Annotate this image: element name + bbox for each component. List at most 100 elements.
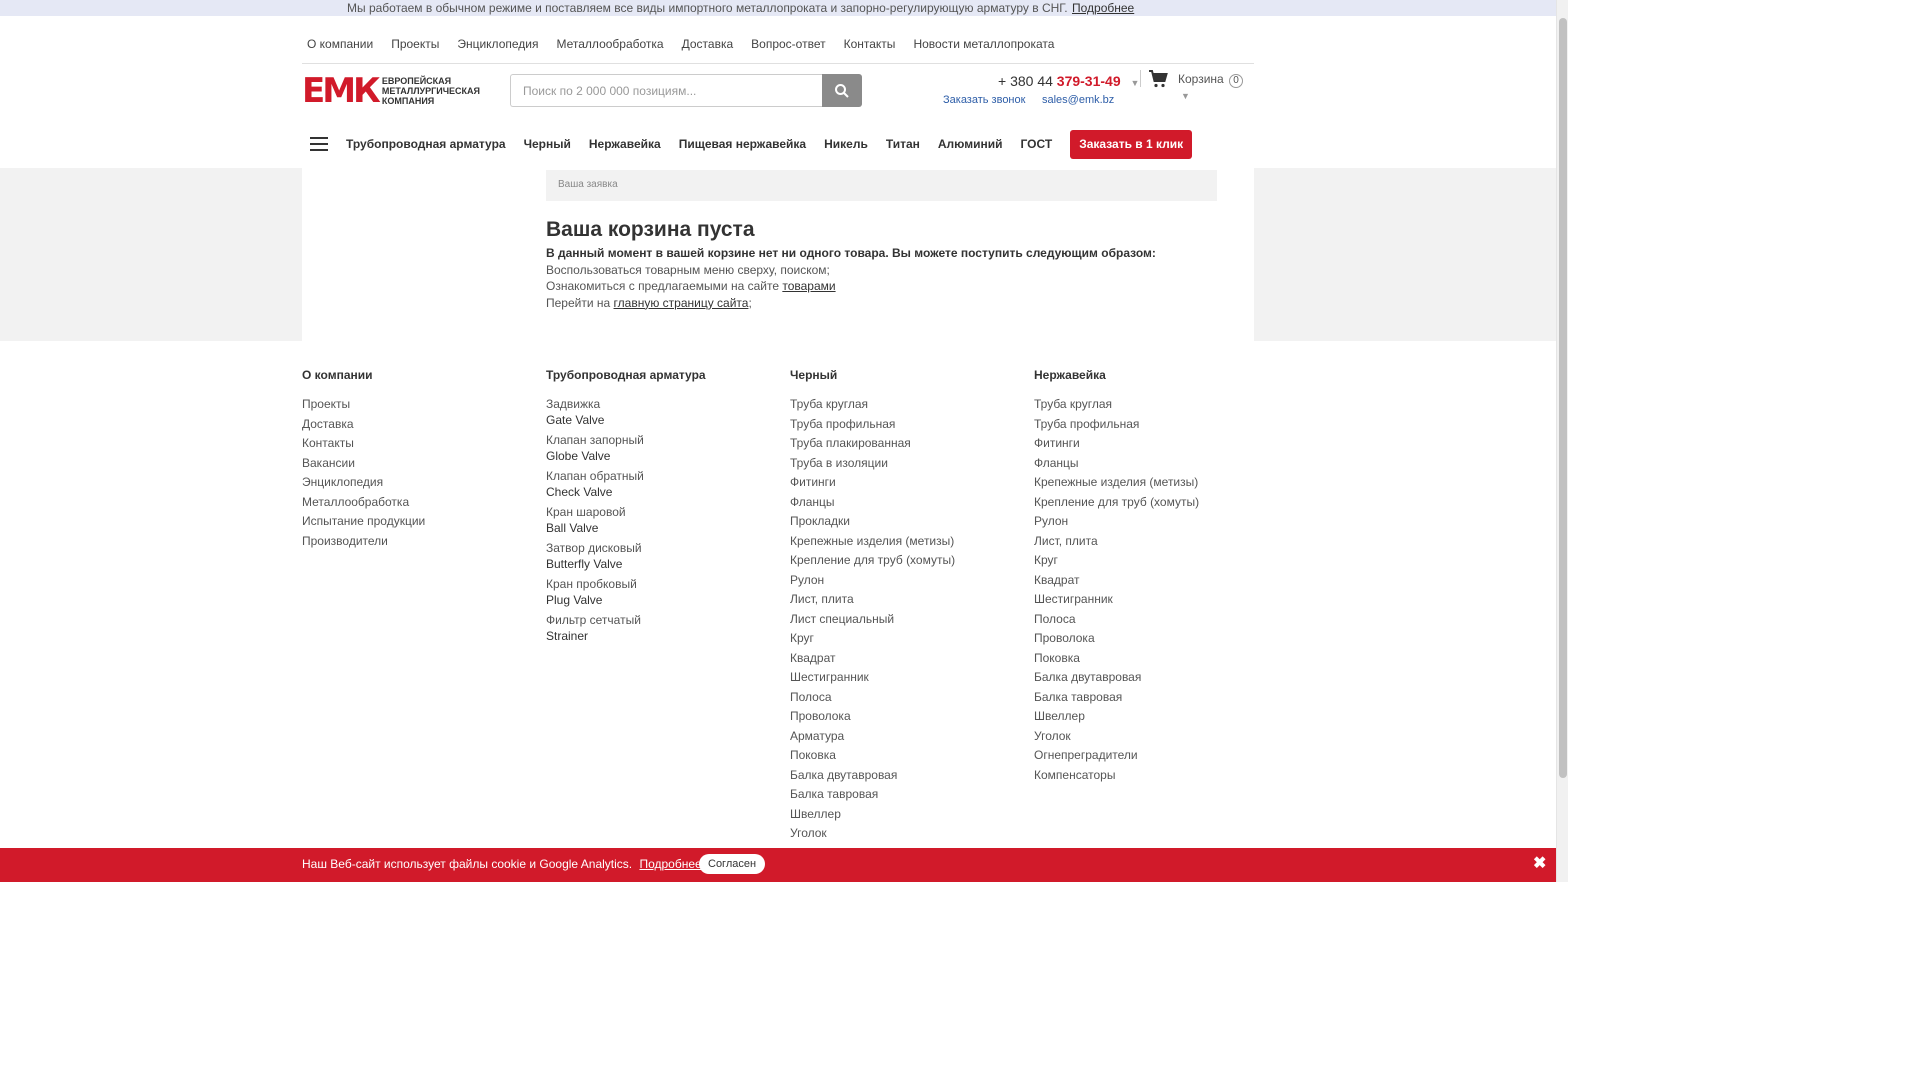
category-pipeline-valves[interactable]: Трубопроводная арматура bbox=[346, 137, 506, 151]
footer-col-title[interactable]: Черный bbox=[790, 368, 1020, 382]
footer-link[interactable]: Труба круглая bbox=[1034, 396, 1264, 412]
footer-link-english[interactable]: Globe Valve bbox=[546, 448, 776, 464]
footer-link-english[interactable]: Ball Valve bbox=[546, 520, 776, 536]
footer-link[interactable]: Доставка bbox=[302, 416, 532, 432]
category-gost[interactable]: ГОСТ bbox=[1021, 137, 1053, 151]
footer-link[interactable]: Испытание продукции bbox=[302, 513, 532, 529]
footer-link[interactable]: Шестигранник bbox=[1034, 591, 1264, 607]
vertical-scrollbar[interactable] bbox=[1556, 0, 1568, 882]
footer-link[interactable]: Поковка bbox=[790, 747, 1020, 763]
footer-link[interactable]: Труба в изоляции bbox=[790, 455, 1020, 471]
close-icon[interactable]: ✖ bbox=[1533, 853, 1546, 873]
home-page-link[interactable]: главную страницу сайта bbox=[614, 296, 749, 310]
topnav-metalworking[interactable]: Металлообработка bbox=[556, 37, 663, 51]
footer-link[interactable]: Проволока bbox=[1034, 630, 1264, 646]
footer-link[interactable]: Труба плакированная bbox=[790, 435, 1020, 451]
footer-col-title[interactable]: Трубопроводная арматура bbox=[546, 368, 776, 382]
topnav-faq[interactable]: Вопрос-ответ bbox=[751, 37, 825, 51]
footer-link[interactable]: Рулон bbox=[790, 572, 1020, 588]
footer-link[interactable]: Металлообработка bbox=[302, 494, 532, 510]
footer-link[interactable]: Уголок bbox=[1034, 728, 1264, 744]
footer-link[interactable]: Фитинги bbox=[790, 474, 1020, 490]
footer-link[interactable]: Балка двутавровая bbox=[790, 767, 1020, 783]
footer-link[interactable]: Балка тавровая bbox=[1034, 689, 1264, 705]
footer-link[interactable]: Круг bbox=[1034, 552, 1264, 568]
footer-link[interactable]: Огнепреградители bbox=[1034, 747, 1264, 763]
topnav-projects[interactable]: Проекты bbox=[391, 37, 439, 51]
footer-link[interactable]: Проекты bbox=[302, 396, 532, 412]
footer-link[interactable]: Кран шаровой bbox=[546, 504, 776, 520]
footer-link[interactable]: Крепежные изделия (метизы) bbox=[790, 533, 1020, 549]
topnav-news[interactable]: Новости металлопроката bbox=[913, 37, 1054, 51]
category-stainless[interactable]: Нержавейка bbox=[589, 137, 661, 151]
footer-col-title[interactable]: О компании bbox=[302, 368, 532, 382]
footer-link[interactable]: Клапан запорный bbox=[546, 432, 776, 448]
footer-link[interactable]: Уголок bbox=[790, 825, 1020, 841]
cookie-agree-button[interactable]: Согласен bbox=[699, 854, 766, 874]
site-logo[interactable]: ЕМК Европейская Металлургическая Компани… bbox=[302, 74, 494, 108]
footer-link-english[interactable]: Gate Valve bbox=[546, 412, 776, 428]
footer-link[interactable]: Швеллер bbox=[790, 806, 1020, 822]
footer-link[interactable]: Вакансии bbox=[302, 455, 532, 471]
footer-link-english[interactable]: Plug Valve bbox=[546, 592, 776, 608]
footer-link[interactable]: Арматура bbox=[790, 728, 1020, 744]
footer-link[interactable]: Прокладки bbox=[790, 513, 1020, 529]
footer-link[interactable]: Крепежные изделия (метизы) bbox=[1034, 474, 1264, 490]
footer-link[interactable]: Труба профильная bbox=[790, 416, 1020, 432]
category-food-stainless[interactable]: Пищевая нержавейка bbox=[679, 137, 806, 151]
top-notice-more-link[interactable]: Подробнее bbox=[1072, 1, 1134, 15]
topnav-about[interactable]: О компании bbox=[307, 37, 373, 51]
footer-link[interactable]: Фитинги bbox=[1034, 435, 1264, 451]
footer-link[interactable]: Затвор дисковый bbox=[546, 540, 776, 556]
footer-link[interactable]: Шестигранник bbox=[790, 669, 1020, 685]
email-link[interactable]: sales@emk.bz bbox=[1042, 94, 1114, 106]
menu-burger-icon[interactable] bbox=[302, 127, 336, 161]
footer-link[interactable]: Крепление для труб (хомуты) bbox=[1034, 494, 1264, 510]
footer-link[interactable]: Лист специальный bbox=[790, 611, 1020, 627]
footer-link[interactable]: Проволока bbox=[790, 708, 1020, 724]
footer-col-title[interactable]: Нержавейка bbox=[1034, 368, 1264, 382]
footer-link[interactable]: Швеллер bbox=[1034, 708, 1264, 724]
footer-link[interactable]: Круг bbox=[790, 630, 1020, 646]
shopping-cart-icon[interactable] bbox=[1148, 70, 1168, 91]
footer-link[interactable]: Балка тавровая bbox=[790, 786, 1020, 802]
footer-link[interactable]: Полоса bbox=[790, 689, 1020, 705]
footer-link[interactable]: Задвижка bbox=[546, 396, 776, 412]
category-titanium[interactable]: Титан bbox=[886, 137, 920, 151]
footer-link[interactable]: Полоса bbox=[1034, 611, 1264, 627]
footer-link[interactable]: Контакты bbox=[302, 435, 532, 451]
footer-link[interactable]: Квадрат bbox=[790, 650, 1020, 666]
footer-link[interactable]: Крепление для труб (хомуты) bbox=[790, 552, 1020, 568]
category-black-metal[interactable]: Черный bbox=[524, 137, 571, 151]
footer-link[interactable]: Клапан обратный bbox=[546, 468, 776, 484]
order-one-click-button[interactable]: Заказать в 1 клик bbox=[1070, 129, 1193, 159]
footer-link[interactable]: Производители bbox=[302, 533, 532, 549]
topnav-encyclopedia[interactable]: Энциклопедия bbox=[457, 37, 538, 51]
footer-link[interactable]: Поковка bbox=[1034, 650, 1264, 666]
footer-link[interactable]: Лист, плита bbox=[790, 591, 1020, 607]
topnav-contacts[interactable]: Контакты bbox=[844, 37, 896, 51]
footer-link[interactable]: Фильтр сетчатый bbox=[546, 612, 776, 628]
footer-link[interactable]: Компенсаторы bbox=[1034, 767, 1264, 783]
scrollbar-thumb[interactable] bbox=[1559, 18, 1567, 778]
footer-link-english[interactable]: Strainer bbox=[546, 628, 776, 644]
footer-link[interactable]: Квадрат bbox=[1034, 572, 1264, 588]
cookie-more-link[interactable]: Подробнее bbox=[639, 857, 701, 871]
footer-link[interactable]: Лист, плита bbox=[1034, 533, 1264, 549]
footer-link[interactable]: Рулон bbox=[1034, 513, 1264, 529]
footer-link[interactable]: Труба профильная bbox=[1034, 416, 1264, 432]
footer-link[interactable]: Фланцы bbox=[1034, 455, 1264, 471]
phone-number[interactable]: + 380 44 379-31-49 ▼ bbox=[998, 73, 1139, 89]
category-aluminum[interactable]: Алюминий bbox=[938, 137, 1003, 151]
footer-link[interactable]: Кран пробковый bbox=[546, 576, 776, 592]
footer-link[interactable]: Энциклопедия bbox=[302, 474, 532, 490]
footer-link[interactable]: Балка двутавровая bbox=[1034, 669, 1264, 685]
search-input[interactable] bbox=[510, 74, 822, 107]
category-nickel[interactable]: Никель bbox=[824, 137, 868, 151]
products-link[interactable]: товарами bbox=[782, 279, 835, 293]
cart-link[interactable]: Корзина 0 ▼ bbox=[1178, 72, 1254, 102]
topnav-delivery[interactable]: Доставка bbox=[682, 37, 734, 51]
search-button[interactable] bbox=[822, 74, 862, 107]
callback-link[interactable]: Заказать звонок bbox=[943, 94, 1025, 106]
footer-link-english[interactable]: Check Valve bbox=[546, 484, 776, 500]
